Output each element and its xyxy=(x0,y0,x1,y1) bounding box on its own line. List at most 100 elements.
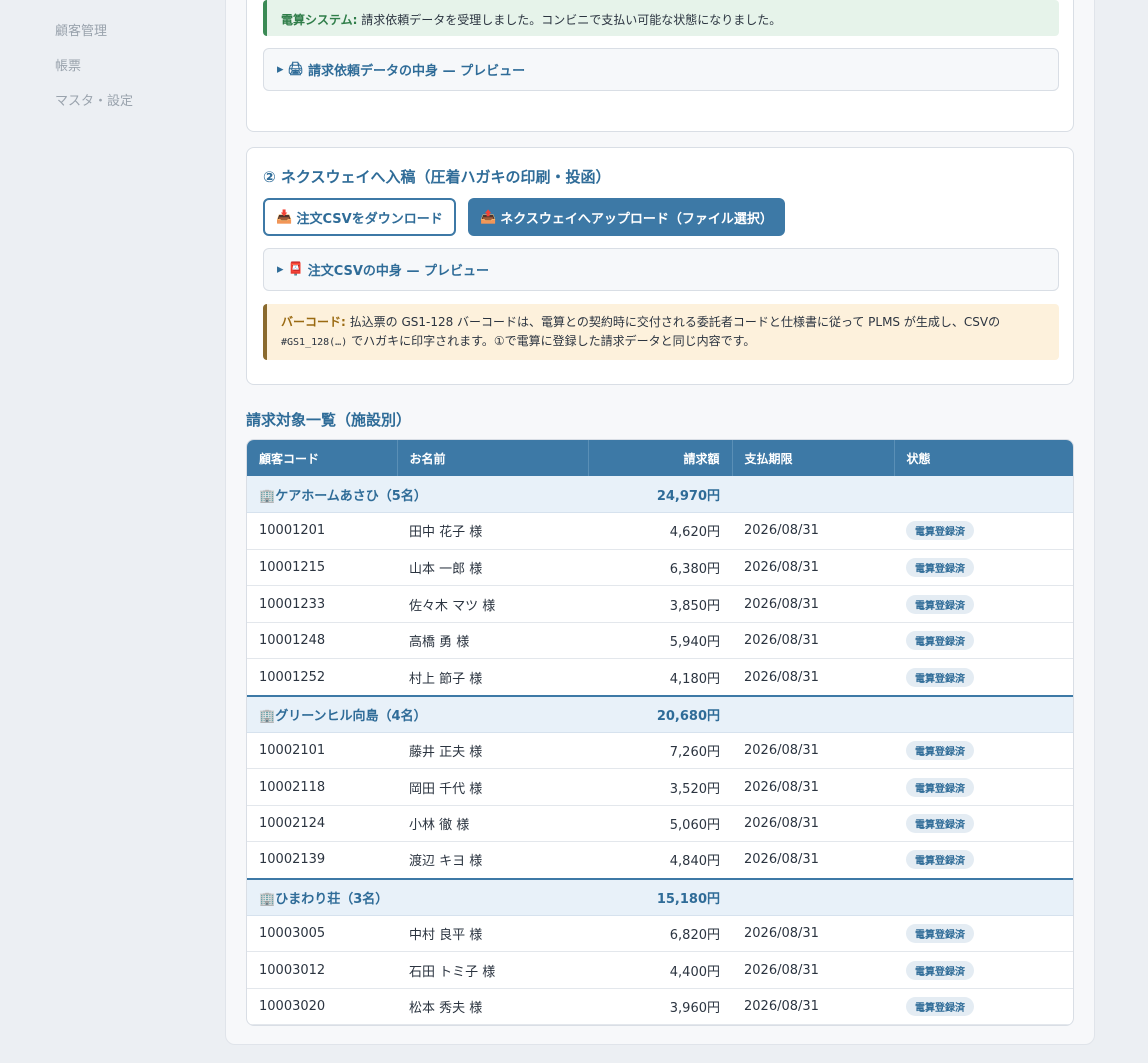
due-date: 2026/08/31 xyxy=(732,512,894,550)
facility-total: 20,680円 xyxy=(588,694,732,733)
customer-name: 高橋 勇 様 xyxy=(397,622,588,660)
barcode-label: バーコード: xyxy=(281,315,346,329)
notice-label: 電算システム: xyxy=(281,13,358,27)
facility-group-cell: 🏢グリーンヒル向島（4名） xyxy=(247,694,588,733)
upload-nexway-button[interactable]: 📤 ネクスウェイへアップロード（ファイル選択） xyxy=(468,198,785,236)
billing-amount: 4,180円 xyxy=(588,658,732,697)
column-header-status: 状態 xyxy=(894,440,1073,476)
status-badge: 電算登録済 xyxy=(906,960,974,980)
barcode-code: #GS1_128(…) xyxy=(281,337,348,348)
customer-code: 10002118 xyxy=(247,768,397,806)
column-header-code: 顧客コード xyxy=(247,440,398,476)
status-badge: 電算登録済 xyxy=(906,923,974,943)
table-row[interactable]: 10001248 高橋 勇 様 5,940円 2026/08/31 電算登録済 xyxy=(247,622,1073,660)
due-date: 2026/08/31 xyxy=(732,988,894,1026)
status-cell: 電算登録済 xyxy=(894,951,1073,989)
empty-cell xyxy=(732,694,894,733)
status-badge: 電算登録済 xyxy=(906,850,974,870)
facility-group-row: 🏢ケアホームあさひ（5名） 24,970円 xyxy=(247,476,1073,514)
facility-group-cell: 🏢ひまわり荘（3名） xyxy=(247,877,588,916)
status-badge: 電算登録済 xyxy=(906,667,974,687)
billing-amount: 6,380円 xyxy=(588,549,732,587)
step2-preview-toggle[interactable]: ▸ 📮 注文CSVの中身 — プレビュー xyxy=(263,248,1059,291)
billing-amount: 4,400円 xyxy=(588,951,732,989)
download-csv-button[interactable]: 📥 注文CSVをダウンロード xyxy=(263,198,456,236)
status-cell: 電算登録済 xyxy=(894,768,1073,806)
customer-name: 田中 花子 様 xyxy=(397,512,588,550)
facility-name: ケアホームあさひ（5名） xyxy=(275,488,427,504)
barcode-text-1: 払込票の GS1-128 バーコードは、電算との契約時に交付される委託者コードと… xyxy=(349,315,1001,329)
printer-icon: 🖨 xyxy=(287,62,305,77)
facility-name: グリーンヒル向島（4名） xyxy=(275,708,427,724)
customer-code: 10001248 xyxy=(247,622,397,660)
status-cell: 電算登録済 xyxy=(894,841,1073,880)
step2-title: ② ネクスウェイへ入稿（圧着ハガキの印刷・投函） xyxy=(263,168,611,186)
sidebar-item-master-settings[interactable]: マスタ・設定 xyxy=(55,90,133,109)
table-row[interactable]: 10001201 田中 花子 様 4,620円 2026/08/31 電算登録済 xyxy=(247,512,1073,550)
due-date: 2026/08/31 xyxy=(732,622,894,660)
status-cell: 電算登録済 xyxy=(894,988,1073,1026)
sidebar-item-customers[interactable]: 顧客管理 xyxy=(55,20,107,39)
table-row[interactable]: 10002101 藤井 正夫 様 7,260円 2026/08/31 電算登録済 xyxy=(247,732,1073,770)
column-header-amount: 請求額 xyxy=(588,440,733,476)
due-date: 2026/08/31 xyxy=(732,732,894,770)
column-header-due: 支払期限 xyxy=(732,440,895,476)
customer-code: 10001201 xyxy=(247,512,397,550)
customer-code: 10003005 xyxy=(247,915,397,953)
status-badge: 電算登録済 xyxy=(906,631,974,651)
table-row[interactable]: 10003005 中村 良平 様 6,820円 2026/08/31 電算登録済 xyxy=(247,915,1073,953)
status-badge: 電算登録済 xyxy=(906,740,974,760)
postbox-icon: 📮 xyxy=(287,262,304,277)
facility-total: 24,970円 xyxy=(588,476,732,514)
empty-cell xyxy=(732,877,894,916)
customer-code: 10003012 xyxy=(247,951,397,989)
customer-name: 藤井 正夫 様 xyxy=(397,732,588,770)
empty-cell xyxy=(894,694,1073,733)
customer-name: 佐々木 マツ 様 xyxy=(397,585,588,623)
billing-amount: 4,620円 xyxy=(588,512,732,550)
status-badge: 電算登録済 xyxy=(906,777,974,797)
step1-preview-toggle[interactable]: ▸ 🖨 請求依頼データの中身 — プレビュー xyxy=(263,48,1059,91)
download-tray-icon: 📥 xyxy=(276,209,293,225)
step1-success-notice: 電算システム: 請求依頼データを受理しました。コンビニで支払い可能な状態になりま… xyxy=(263,0,1059,36)
due-date: 2026/08/31 xyxy=(732,805,894,843)
table-header-row: 顧客コード お名前 請求額 支払期限 状態 xyxy=(247,440,1073,476)
table-row[interactable]: 10001252 村上 節子 様 4,180円 2026/08/31 電算登録済 xyxy=(247,658,1073,697)
customer-name: 松本 秀夫 様 xyxy=(397,988,588,1026)
table-row[interactable]: 10002124 小林 徹 様 5,060円 2026/08/31 電算登録済 xyxy=(247,805,1073,843)
table-row[interactable]: 10003012 石田 トミ子 様 4,400円 2026/08/31 電算登録済 xyxy=(247,951,1073,989)
upload-nexway-label: ネクスウェイへアップロード（ファイル選択） xyxy=(500,211,773,227)
status-cell: 電算登録済 xyxy=(894,732,1073,770)
empty-cell xyxy=(894,476,1073,514)
empty-cell xyxy=(894,877,1073,916)
status-cell: 電算登録済 xyxy=(894,549,1073,587)
customer-name: 村上 節子 様 xyxy=(397,658,588,697)
status-cell: 電算登録済 xyxy=(894,622,1073,660)
due-date: 2026/08/31 xyxy=(732,768,894,806)
upload-tray-icon: 📤 xyxy=(480,209,497,225)
disclosure-triangle-icon: ▸ xyxy=(277,262,284,277)
table-row[interactable]: 10003020 松本 秀夫 様 3,960円 2026/08/31 電算登録済 xyxy=(247,988,1073,1026)
main-panel: 電算システム: 請求依頼データを受理しました。コンビニで支払い可能な状態になりま… xyxy=(225,0,1095,1045)
table-row[interactable]: 10002139 渡辺 キヨ 様 4,840円 2026/08/31 電算登録済 xyxy=(247,841,1073,880)
customer-name: 山本 一郎 様 xyxy=(397,549,588,587)
customer-code: 10002101 xyxy=(247,732,397,770)
facility-name: ひまわり荘（3名） xyxy=(275,891,389,907)
building-icon: 🏢 xyxy=(259,488,276,504)
table-row[interactable]: 10002118 岡田 千代 様 3,520円 2026/08/31 電算登録済 xyxy=(247,768,1073,806)
customer-code: 10003020 xyxy=(247,988,397,1026)
facility-total: 15,180円 xyxy=(588,877,732,916)
table-row[interactable]: 10001233 佐々木 マツ 様 3,850円 2026/08/31 電算登録済 xyxy=(247,585,1073,623)
facility-group-cell: 🏢ケアホームあさひ（5名） xyxy=(247,476,588,514)
billing-amount: 3,850円 xyxy=(588,585,732,623)
sidebar-item-reports[interactable]: 帳票 xyxy=(55,55,81,74)
step2-preview-label: 注文CSVの中身 — プレビュー xyxy=(307,264,489,279)
step1-card: 電算システム: 請求依頼データを受理しました。コンビニで支払い可能な状態になりま… xyxy=(246,0,1074,132)
customer-name: 岡田 千代 様 xyxy=(397,768,588,806)
billing-amount: 4,840円 xyxy=(588,841,732,880)
facility-group-row: 🏢グリーンヒル向島（4名） 20,680円 xyxy=(247,694,1073,733)
table-row[interactable]: 10001215 山本 一郎 様 6,380円 2026/08/31 電算登録済 xyxy=(247,549,1073,587)
billing-amount: 7,260円 xyxy=(588,732,732,770)
status-badge: 電算登録済 xyxy=(906,997,974,1017)
status-badge: 電算登録済 xyxy=(906,521,974,541)
